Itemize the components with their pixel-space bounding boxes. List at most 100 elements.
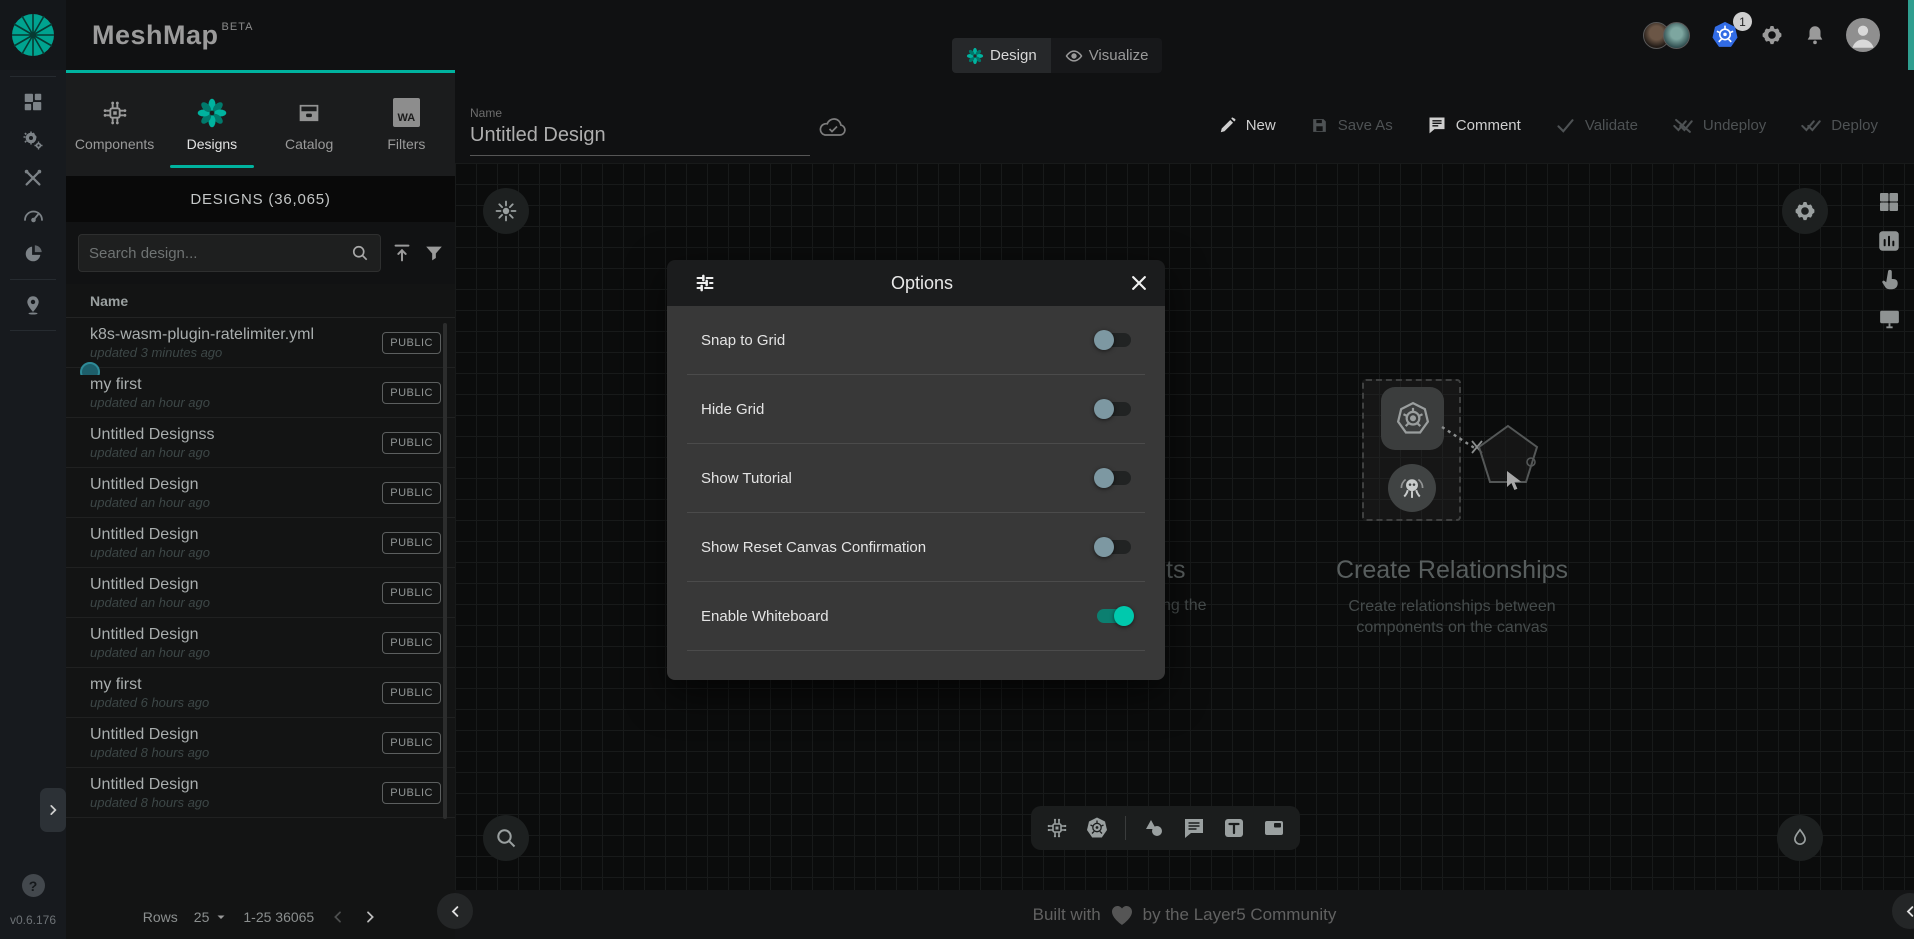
design-list-item[interactable]: Untitled Design updated an hour ago PUBL…	[66, 518, 455, 568]
tab-catalog[interactable]: Catalog	[261, 73, 358, 176]
nav-dashboard-icon[interactable]	[0, 83, 66, 121]
eye-icon	[1065, 47, 1083, 65]
user-avatar-button[interactable]	[1846, 18, 1880, 52]
components-icon	[101, 98, 129, 128]
import-design-button[interactable]	[391, 242, 413, 264]
design-list-item[interactable]: Untitled Design updated 8 hours ago PUBL…	[66, 768, 455, 818]
undeploy-button[interactable]: Undeploy	[1672, 114, 1766, 136]
toggle-switch[interactable]	[1097, 333, 1131, 347]
tab-filters[interactable]: WA Filters	[358, 73, 455, 176]
hint-description: Create relationships between components …	[1320, 596, 1584, 638]
nav-extensions-icon[interactable]	[0, 235, 66, 273]
designs-pinwheel-icon	[197, 98, 227, 128]
search-row	[66, 222, 455, 284]
screen-share-icon[interactable]	[1877, 306, 1902, 331]
collaborator-avatars[interactable]	[1643, 22, 1690, 49]
help-button[interactable]: ?	[22, 874, 45, 897]
layer5-mesh-icon	[10, 12, 56, 58]
close-icon[interactable]	[1129, 273, 1149, 293]
design-list-item[interactable]: Untitled Design updated an hour ago PUBL…	[66, 618, 455, 668]
heart-icon	[1110, 904, 1134, 926]
design-search[interactable]	[78, 234, 381, 272]
mode-design-button[interactable]: Design	[952, 38, 1051, 73]
design-list-item[interactable]: my first updated 6 hours ago PUBLIC	[66, 668, 455, 718]
mode-toggle: Design Visualize	[952, 38, 1162, 73]
page-size-select[interactable]: 25	[194, 909, 228, 925]
design-list-item[interactable]: Untitled Design updated an hour ago PUBL…	[66, 468, 455, 518]
toggle-switch[interactable]	[1097, 471, 1131, 485]
chart-panel-icon[interactable]	[1876, 228, 1902, 254]
design-list-item[interactable]: Untitled Designss updated an hour ago PU…	[66, 418, 455, 468]
ink-drop-icon	[1789, 827, 1811, 849]
visibility-badge: PUBLIC	[382, 782, 441, 804]
version-label: v0.6.176	[0, 913, 66, 927]
dock-component-icon[interactable]	[1045, 816, 1069, 840]
page-range: 1-25 36065	[243, 909, 314, 925]
views-grid-icon[interactable]	[1877, 190, 1901, 214]
toggle-switch[interactable]	[1097, 609, 1131, 623]
canvas-helm-button[interactable]	[483, 188, 529, 234]
design-updated: updated an hour ago	[90, 445, 382, 460]
canvas-settings-button[interactable]	[1782, 188, 1828, 234]
design-name-input[interactable]	[470, 120, 810, 156]
rail-expand-button[interactable]	[40, 788, 66, 832]
top-header: MeshMapBETA Design	[0, 0, 1914, 70]
nav-toolkit-icon[interactable]	[0, 159, 66, 197]
panel-collapse-button[interactable]	[437, 893, 473, 929]
toggle-switch[interactable]	[1097, 540, 1131, 554]
save-as-button[interactable]: Save As	[1310, 116, 1393, 135]
dock-text-tool-icon[interactable]	[1222, 816, 1246, 840]
design-search-input[interactable]	[89, 245, 350, 262]
design-name: Untitled Design	[90, 526, 382, 544]
tab-designs[interactable]: Designs	[163, 73, 260, 176]
canvas-zoom-button[interactable]	[483, 815, 529, 861]
dock-comment-icon[interactable]	[1182, 816, 1206, 840]
tab-components[interactable]: Components	[66, 73, 163, 176]
validate-button[interactable]: Validate	[1555, 115, 1638, 136]
design-list-item[interactable]: Untitled Design updated 8 hours ago PUBL…	[66, 718, 455, 768]
layer5-logo[interactable]	[0, 0, 66, 70]
visibility-badge: PUBLIC	[382, 632, 441, 654]
nav-performance-icon[interactable]	[0, 197, 66, 235]
canvas-actions: New Save As Comment Validate Und	[1218, 114, 1878, 136]
deploy-button[interactable]: Deploy	[1800, 114, 1878, 136]
design-name-label: Name	[470, 106, 810, 120]
option-label: Show Reset Canvas Confirmation	[701, 539, 1097, 556]
dock-kubernetes-icon[interactable]	[1085, 816, 1109, 840]
dock-media-icon[interactable]	[1262, 816, 1286, 840]
kubernetes-context-button[interactable]: 1	[1710, 20, 1740, 50]
options-modal: Options Snap to Grid Hide Grid Show Tuto…	[667, 260, 1165, 680]
option-label: Snap to Grid	[701, 332, 1097, 349]
design-pinwheel-icon	[966, 47, 984, 65]
touch-interact-icon[interactable]	[1877, 268, 1901, 292]
new-design-button[interactable]: New	[1218, 116, 1276, 135]
notifications-bell-button[interactable]	[1804, 24, 1826, 46]
designs-count-header: DESIGNS (36,065)	[66, 176, 455, 222]
toggle-switch[interactable]	[1097, 402, 1131, 416]
person-icon	[1846, 18, 1880, 52]
list-scrollbar[interactable]	[443, 323, 447, 819]
nav-lifecycle-icon[interactable]	[0, 121, 66, 159]
notification-edge-strip[interactable]	[1908, 0, 1914, 70]
comment-button[interactable]: Comment	[1427, 115, 1521, 135]
mode-visualize-button[interactable]: Visualize	[1051, 38, 1163, 73]
create-relationships-hint: Create Relationships Create relationship…	[1332, 375, 1572, 645]
design-updated: updated an hour ago	[90, 545, 382, 560]
prev-page-button[interactable]	[330, 909, 346, 925]
design-list-item[interactable]: my first updated an hour ago PUBLIC	[66, 368, 455, 418]
design-list: k8s-wasm-plugin-ratelimiter.yml updated …	[66, 318, 455, 818]
design-list-item[interactable]: k8s-wasm-plugin-ratelimiter.yml updated …	[66, 318, 455, 368]
dock-shapes-icon[interactable]	[1142, 816, 1166, 840]
nav-meshmap-pin-icon[interactable]	[0, 286, 66, 324]
next-page-button[interactable]	[362, 909, 378, 925]
pencil-icon	[1218, 116, 1237, 135]
comment-icon	[1427, 115, 1447, 135]
canvas-ink-button[interactable]	[1777, 815, 1823, 861]
octopus-tile-icon	[1388, 464, 1436, 512]
option-row: Show Reset Canvas Confirmation	[687, 513, 1145, 582]
design-list-item[interactable]: Untitled Design updated an hour ago PUBL…	[66, 568, 455, 618]
collaborator-avatar-2[interactable]	[1663, 22, 1690, 49]
filter-funnel-button[interactable]	[423, 242, 445, 264]
settings-gear-button[interactable]	[1760, 23, 1784, 47]
save-icon	[1310, 116, 1329, 135]
